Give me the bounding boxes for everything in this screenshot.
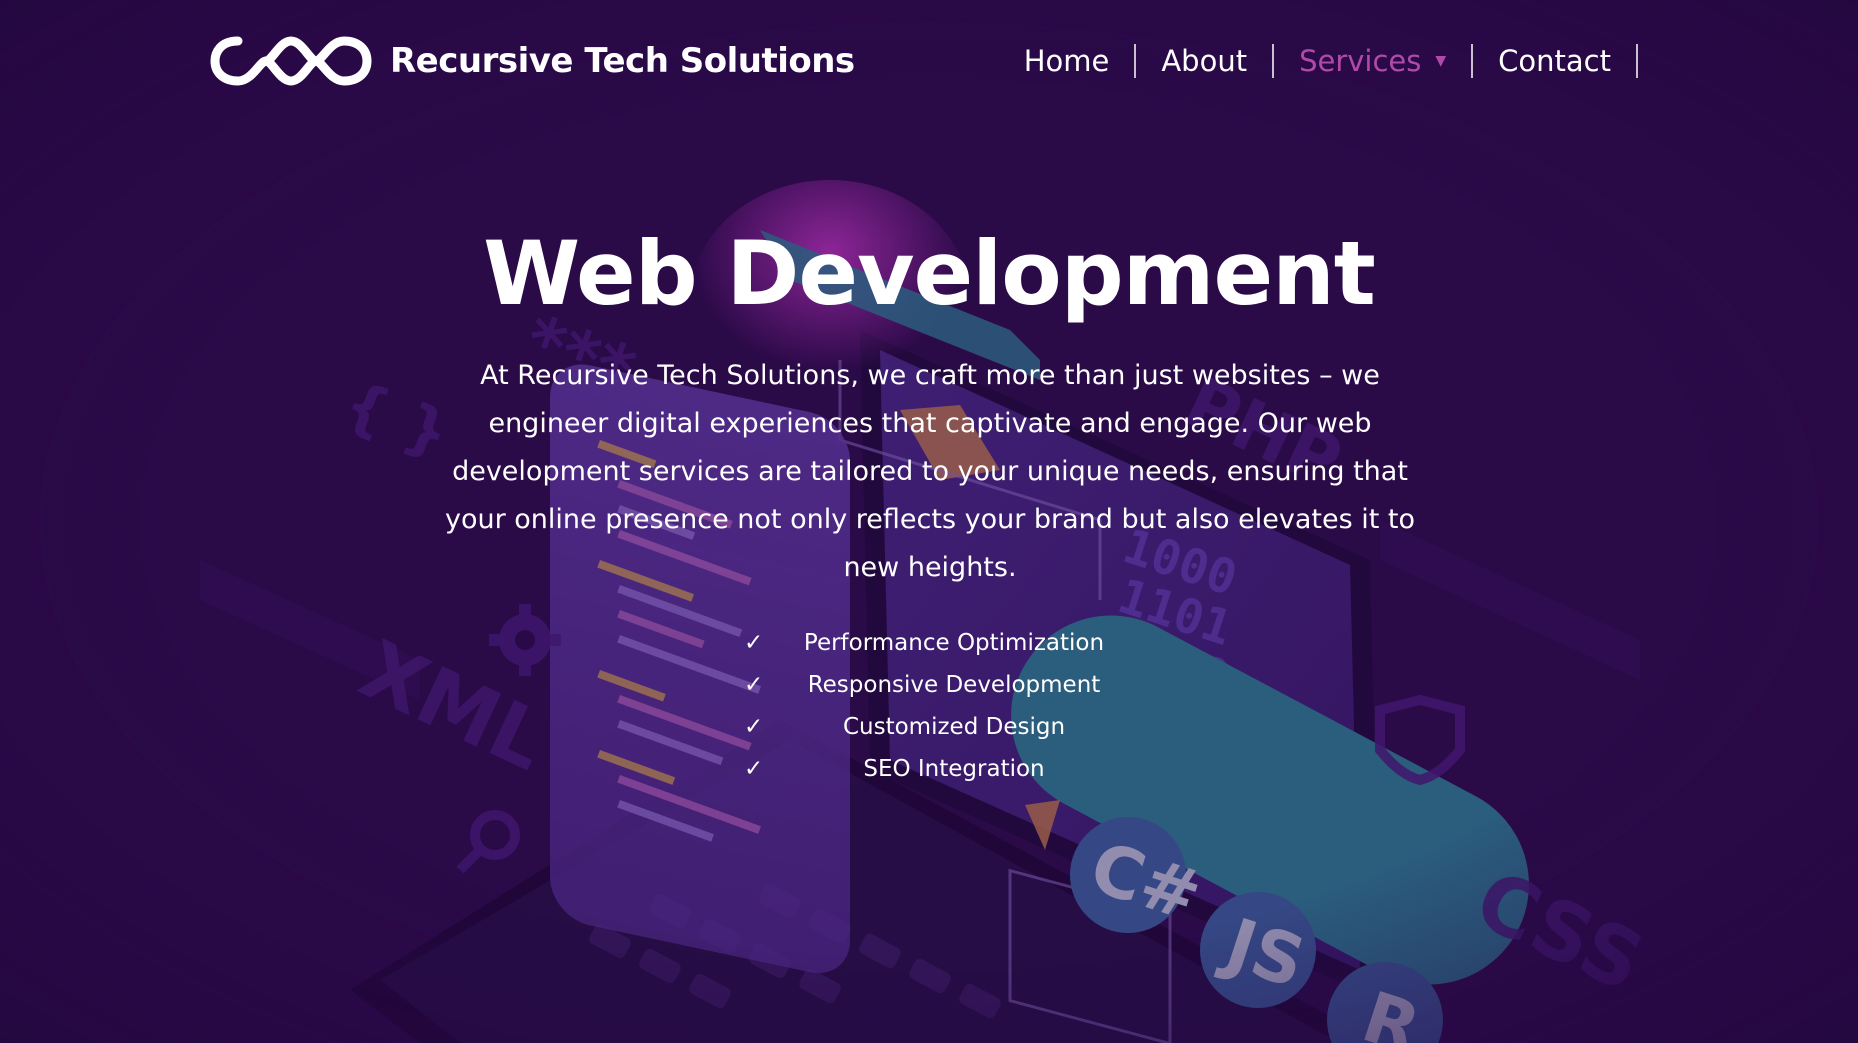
infinity-logo-icon (210, 36, 372, 86)
nav-item-label: Services (1299, 43, 1422, 78)
nav-item-services[interactable]: Services ▼ (1274, 43, 1474, 78)
list-item: ✓ Responsive Development (724, 664, 1134, 706)
checkmark-icon: ✓ (744, 714, 764, 740)
chevron-down-icon: ▼ (1435, 53, 1447, 69)
feature-label: SEO Integration (863, 756, 1045, 782)
list-item: ✓ Customized Design (724, 706, 1134, 748)
nav-item-about[interactable]: About (1136, 43, 1275, 78)
site-header: Recursive Tech Solutions Home About Serv… (0, 0, 1858, 130)
brand-name: Recursive Tech Solutions (390, 41, 855, 81)
feature-label: Performance Optimization (803, 630, 1105, 656)
hero-description: At Recursive Tech Solutions, we craft mo… (444, 360, 1416, 583)
checkmark-icon: ✓ (744, 672, 764, 698)
nav-item-label: About (1161, 43, 1248, 78)
nav-item-label: Contact (1498, 43, 1611, 78)
nav-item-contact[interactable]: Contact (1473, 44, 1638, 78)
main-nav: Home About Services ▼ Contact (999, 44, 1638, 78)
nav-item-home[interactable]: Home (999, 44, 1137, 78)
feature-list: ✓ Performance Optimization ✓ Responsive … (724, 622, 1134, 790)
list-item: ✓ Performance Optimization (724, 622, 1134, 664)
checkmark-icon: ✓ (744, 756, 764, 782)
feature-label: Responsive Development (807, 672, 1101, 698)
checkmark-icon: ✓ (744, 630, 764, 656)
brand-link[interactable]: Recursive Tech Solutions (210, 33, 855, 89)
list-item: ✓ SEO Integration (724, 748, 1134, 790)
nav-item-label: Home (1023, 43, 1110, 78)
page-title: Web Development (483, 222, 1376, 325)
feature-label: Customized Design (842, 714, 1066, 740)
